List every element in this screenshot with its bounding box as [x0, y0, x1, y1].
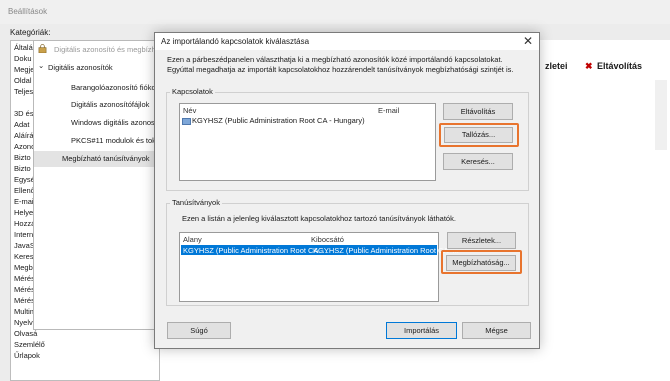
import-contacts-dialog: Az importálandó kapcsolatok kiválasztása… [154, 32, 540, 349]
dialog-title: Az importálandó kapcsolatok kiválasztása [161, 37, 310, 46]
category-item[interactable]: Olvasá [14, 329, 37, 338]
help-button[interactable]: Súgó [167, 322, 231, 339]
cancel-button[interactable]: Mégse [462, 322, 531, 339]
category-item[interactable]: Általá [14, 43, 33, 52]
category-item[interactable]: Aláírá [14, 131, 34, 140]
category-item[interactable]: Mérés [14, 274, 35, 283]
remove-button[interactable]: Eltávolítás [597, 61, 642, 71]
certificates-list[interactable]: Alany Kibocsátó KGYHSZ (Public Administr… [179, 232, 459, 302]
background-toolbar: zletei ✖ Eltávolítás [545, 56, 657, 78]
dialog-description: Ezen a párbeszédpanelen választhatja ki … [167, 55, 514, 74]
browse-button[interactable]: Tallózás... [444, 127, 513, 143]
certificates-group-label: Tanúsítványok [170, 198, 222, 207]
digital-id-dialog: Digitális azonosító és megbízható ta ⌄ D… [33, 40, 174, 330]
background-scrollbar[interactable] [655, 80, 667, 150]
category-item[interactable]: Szemlélő [14, 340, 45, 349]
categories-label: Kategóriák: [10, 28, 51, 37]
category-item[interactable]: Helye [14, 208, 33, 217]
category-item[interactable]: Ellenő [14, 186, 35, 195]
category-item[interactable]: Megje [14, 65, 34, 74]
certificate-subject: KGYHSZ (Public Administration Root CA -.… [183, 246, 329, 255]
background-window-title: Beállítások [8, 7, 48, 16]
category-item[interactable]: Bizto [14, 164, 31, 173]
column-header-subject[interactable]: Alany [183, 235, 202, 244]
category-item[interactable]: Mérés [14, 285, 35, 294]
contacts-list[interactable]: Név E-mail KGYHSZ (Public Administration… [179, 103, 436, 181]
certificate-icon [182, 117, 191, 125]
column-header-name[interactable]: Név [183, 106, 196, 115]
tree-item-roaming-ids[interactable]: Barangolóazonosító fiókok [71, 83, 159, 92]
import-button[interactable]: Importálás [386, 322, 457, 339]
category-item[interactable]: 3D és [14, 109, 34, 118]
tree-item-digital-ids[interactable]: Digitális azonosítók [48, 63, 113, 72]
certificate-row[interactable]: KGYHSZ (Public Administration Root CA -.… [181, 245, 459, 255]
category-item[interactable]: Egysé [14, 175, 35, 184]
contact-name: KGYHSZ (Public Administration Root CA - … [192, 116, 365, 125]
category-item[interactable]: Mérés [14, 296, 35, 305]
search-button[interactable]: Keresés... [443, 153, 513, 170]
dialog-titlebar: Az importálandó kapcsolatok kiválasztása… [155, 33, 539, 50]
column-header-email[interactable]: E-mail [378, 106, 399, 115]
remove-x-icon: ✖ [585, 61, 593, 71]
category-item[interactable]: Intern [14, 230, 33, 239]
column-header-issuer[interactable]: Kibocsátó [311, 235, 344, 244]
details-partial-button[interactable]: zletei [545, 61, 568, 71]
category-item[interactable]: Teljes [14, 87, 33, 96]
category-item[interactable]: Adat [14, 120, 29, 129]
category-item[interactable]: Megbi [14, 263, 34, 272]
details-button[interactable]: Részletek... [447, 232, 516, 249]
lock-icon [38, 44, 47, 53]
trust-button[interactable]: Megbízhatóság... [446, 255, 516, 271]
contact-row[interactable]: KGYHSZ (Public Administration Root CA - … [182, 116, 365, 125]
category-item[interactable]: Nyelv [14, 318, 33, 327]
close-icon[interactable]: ✕ [523, 34, 533, 48]
tree-item-id-files[interactable]: Digitális azonosítófájlok [71, 100, 149, 109]
category-item[interactable]: Bizto [14, 153, 31, 162]
category-item[interactable]: Doku [14, 54, 32, 63]
category-item[interactable]: Űrlapok [14, 351, 40, 360]
tree-item-windows-ids[interactable]: Windows digitális azonosító [71, 118, 163, 127]
digital-id-dialog-titlebar: Digitális azonosító és megbízható ta [34, 41, 174, 57]
certificates-hint: Ezen a listán a jelenleg kiválasztott ka… [182, 214, 456, 223]
remove-contact-button[interactable]: Eltávolítás [443, 103, 513, 120]
category-item[interactable]: Oldal [14, 76, 32, 85]
background-window-titlebar: Beállítások [0, 0, 670, 24]
certificate-issuer: KGYHSZ (Public Administration Root CA -.… [313, 246, 459, 255]
contacts-group-label: Kapcsolatok [170, 87, 215, 96]
chevron-down-icon[interactable]: ⌄ [38, 61, 44, 70]
tree-item-trusted-certs[interactable]: Megbízható tanúsítványok [62, 154, 150, 163]
